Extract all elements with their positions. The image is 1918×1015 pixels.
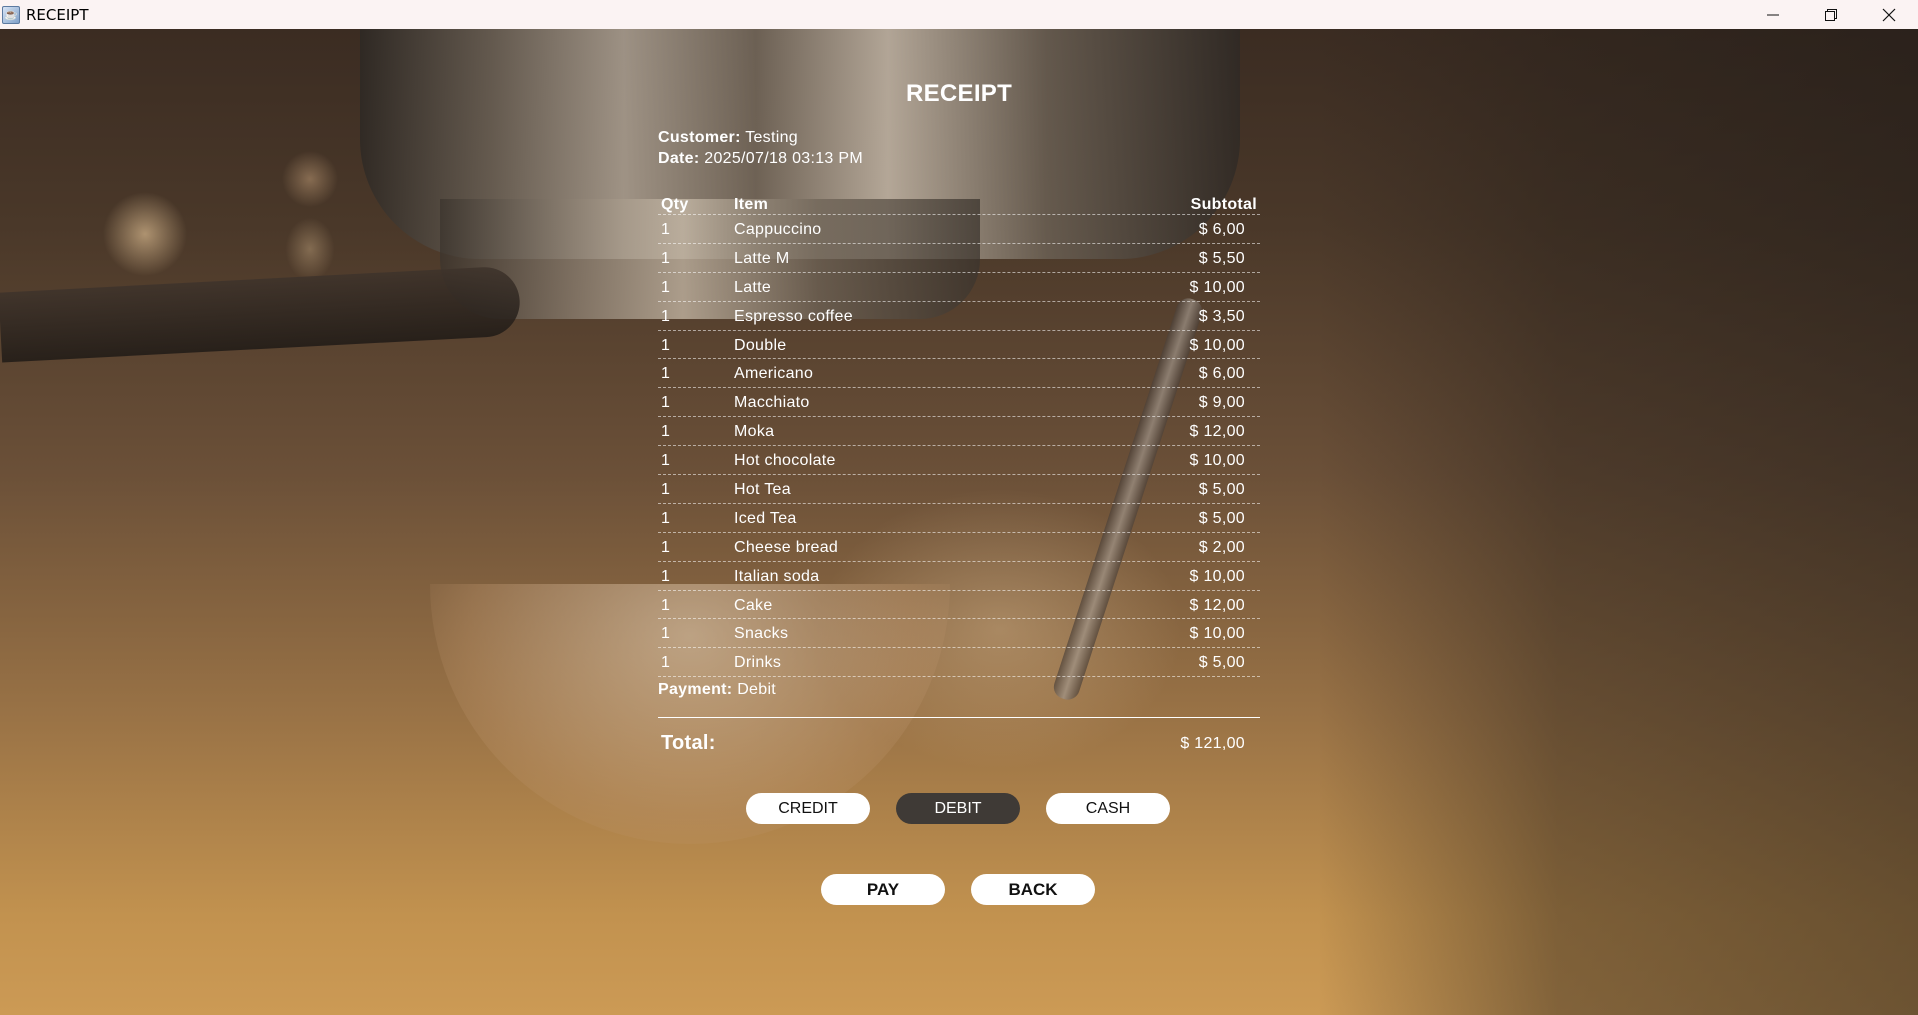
row-subtotal: $ 12,00: [1189, 596, 1245, 614]
row-item: Italian soda: [734, 567, 820, 585]
row-subtotal: $ 10,00: [1189, 452, 1245, 470]
row-subtotal: $ 10,00: [1189, 625, 1245, 643]
java-app-icon: ☕: [2, 5, 20, 24]
payment-line: Payment: Debit: [658, 681, 776, 699]
window-title: RECEIPT: [26, 5, 89, 24]
column-header-subtotal: Subtotal: [1190, 196, 1257, 213]
restore-button[interactable]: [1802, 0, 1860, 29]
row-item: Snacks: [734, 625, 789, 643]
row-subtotal: $ 10,00: [1189, 278, 1245, 296]
row-item: Iced Tea: [734, 509, 797, 527]
row-qty: 1: [661, 596, 671, 614]
row-item: Americano: [734, 365, 814, 383]
table-row: 1 Italian soda $ 10,00: [658, 562, 1260, 591]
table-row: 1 Espresso coffee $ 3,50: [658, 302, 1260, 331]
table-row: 1 Cappuccino $ 6,00: [658, 215, 1260, 244]
table-row: 1 Cake $ 12,00: [658, 591, 1260, 620]
row-qty: 1: [661, 654, 671, 672]
row-qty: 1: [661, 423, 671, 441]
row-qty: 1: [661, 249, 671, 267]
row-qty: 1: [661, 452, 671, 470]
row-subtotal: $ 3,50: [1198, 307, 1245, 325]
row-qty: 1: [661, 307, 671, 325]
background-shade: [1318, 29, 1918, 1015]
row-subtotal: $ 5,00: [1198, 509, 1245, 527]
column-header-qty: Qty: [661, 196, 689, 213]
row-qty: 1: [661, 221, 671, 238]
minimize-button[interactable]: [1744, 0, 1802, 29]
customer-value: Testing: [745, 129, 798, 146]
table-row: 1 Americano $ 6,00: [658, 359, 1260, 389]
credit-button[interactable]: CREDIT: [746, 793, 870, 824]
row-qty: 1: [661, 394, 671, 412]
row-item: Cheese bread: [734, 538, 839, 556]
row-item: Cappuccino: [734, 221, 822, 238]
row-subtotal: $ 5,50: [1198, 249, 1245, 267]
row-item: Latte: [734, 278, 772, 296]
receipt-table: Qty Item Subtotal 1 Cappuccino $ 6,00 1 Latt…: [658, 193, 1260, 678]
row-qty: 1: [661, 567, 671, 585]
table-body: 1 Cappuccino $ 6,00 1 Latte M $ 5,50 1 Latte $ 1…: [658, 215, 1260, 678]
customer-line: Customer: Testing: [658, 129, 798, 147]
total-value: $ 121,00: [1180, 735, 1245, 752]
table-row: 1 Macchiato $ 9,00: [658, 388, 1260, 418]
table-header: Qty Item Subtotal: [658, 193, 1260, 215]
row-item: Espresso coffee: [734, 307, 853, 325]
table-row: 1 Latte M $ 5,50: [658, 244, 1260, 273]
portafilter-handle-shape: [0, 265, 522, 363]
total-label: Total:: [661, 732, 716, 754]
title-bar: ☕ RECEIPT: [0, 0, 1918, 29]
table-row: 1 Moka $ 12,00: [658, 417, 1260, 447]
table-row: 1 Iced Tea $ 5,00: [658, 504, 1260, 533]
row-subtotal: $ 9,00: [1198, 394, 1245, 412]
payment-label: Payment:: [658, 681, 733, 698]
pay-button[interactable]: PAY: [821, 874, 945, 905]
row-item: Latte M: [734, 249, 790, 267]
row-qty: 1: [661, 336, 671, 354]
row-item: Cake: [734, 596, 773, 614]
row-qty: 1: [661, 538, 671, 556]
receipt-title: RECEIPT: [905, 80, 1013, 107]
row-subtotal: $ 2,00: [1198, 538, 1245, 556]
row-qty: 1: [661, 365, 671, 383]
row-subtotal: $ 6,00: [1198, 365, 1245, 383]
close-button[interactable]: [1860, 0, 1918, 29]
date-value: 2025/07/18 03:13 PM: [704, 150, 863, 167]
row-item: Drinks: [734, 654, 782, 672]
row-subtotal: $ 10,00: [1189, 336, 1245, 354]
total-divider: [658, 717, 1260, 718]
date-label: Date:: [658, 150, 700, 167]
row-subtotal: $ 6,00: [1198, 221, 1245, 238]
column-header-item: Item: [734, 196, 769, 213]
table-row: 1 Hot Tea $ 5,00: [658, 475, 1260, 504]
minimize-icon: [1767, 14, 1779, 15]
row-item: Hot Tea: [734, 481, 791, 499]
close-icon: [1882, 8, 1896, 21]
row-qty: 1: [661, 278, 671, 296]
row-subtotal: $ 12,00: [1189, 423, 1245, 441]
payment-value: Debit: [737, 681, 777, 698]
table-row: 1 Hot chocolate $ 10,00: [658, 446, 1260, 476]
table-row: 1 Snacks $ 10,00: [658, 619, 1260, 649]
row-subtotal: $ 5,00: [1198, 481, 1245, 499]
table-row: 1 Cheese bread $ 2,00: [658, 533, 1260, 562]
row-item: Double: [734, 336, 787, 354]
cash-button[interactable]: CASH: [1046, 793, 1170, 824]
row-subtotal: $ 10,00: [1189, 567, 1245, 585]
back-button[interactable]: BACK: [971, 874, 1095, 905]
table-row: 1 Double $ 10,00: [658, 331, 1260, 360]
row-subtotal: $ 5,00: [1198, 654, 1245, 672]
customer-label: Customer:: [658, 129, 741, 146]
row-item: Macchiato: [734, 394, 810, 412]
row-item: Hot chocolate: [734, 452, 836, 470]
table-row: 1 Drinks $ 5,00: [658, 648, 1260, 678]
row-qty: 1: [661, 625, 671, 643]
restore-icon: [1825, 8, 1837, 21]
row-item: Moka: [734, 423, 775, 441]
date-line: Date: 2025/07/18 03:13 PM: [658, 150, 863, 168]
row-qty: 1: [661, 481, 671, 499]
debit-button[interactable]: DEBIT: [896, 793, 1020, 824]
row-qty: 1: [661, 509, 671, 527]
table-row: 1 Latte $ 10,00: [658, 273, 1260, 302]
